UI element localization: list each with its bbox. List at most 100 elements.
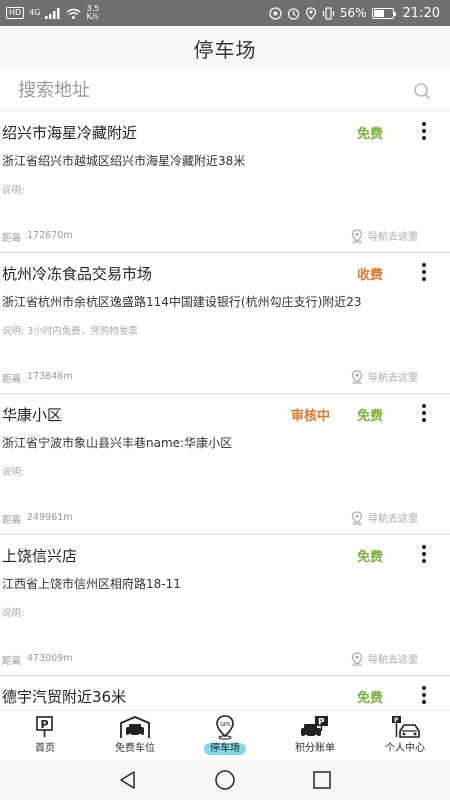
map-pin-icon <box>351 369 363 384</box>
alarm-icon <box>287 7 299 20</box>
app-screen: HD 4G 3.5 K/s 56% 21:20 停车场 搜索地址 绍兴市海星冷藏… <box>0 0 450 800</box>
hd-badge: HD <box>6 7 25 19</box>
lot-distance: 距离 473009m <box>2 653 73 667</box>
lot-name: 杭州冷冻食品交易市场 <box>2 265 153 283</box>
list-item[interactable]: 上饶信兴店 免费 江西省上饶市信州区相府路18-11 说明: 距离 473009… <box>0 535 450 676</box>
more-options-icon[interactable] <box>416 684 432 706</box>
tab-points-bill[interactable]: P 积分账单 <box>270 711 360 760</box>
lot-distance: 距离 173846m <box>2 371 73 385</box>
parking-lot-list: 绍兴市海星冷藏附近 免费 浙江省绍兴市越城区绍兴市海星冷藏附近38米 说明: 距… <box>0 112 450 710</box>
fee-badge: 收费 <box>356 268 383 283</box>
list-item[interactable]: 德宇汽贸附近36米 免费 <box>0 676 450 710</box>
recents-icon[interactable] <box>312 770 332 790</box>
status-right: 56% 21:20 <box>269 6 440 21</box>
parking-sign-icon: P <box>28 714 62 740</box>
lot-name: 华康小区 <box>2 406 63 424</box>
clock: 21:20 <box>402 5 440 21</box>
car-parking-icon: P <box>298 714 332 740</box>
page-title: 停车场 <box>193 37 257 62</box>
location-pin-icon: GPS <box>208 714 242 740</box>
distance-value: 473009m <box>27 653 73 664</box>
eye-comfort-icon <box>269 6 282 20</box>
fee-badge: 免费 <box>356 409 383 424</box>
garage-car-icon <box>118 714 152 740</box>
review-status-badge: 审核中 <box>290 409 330 424</box>
navigate-label: 导航去这里 <box>368 514 418 525</box>
signal-icon <box>45 7 60 19</box>
navigate-button[interactable]: 导航去这里 <box>351 510 418 525</box>
lot-address: 浙江省宁波市象山县兴丰巷name:华康小区 <box>2 436 233 450</box>
lot-note: 说明: <box>2 467 25 478</box>
fee-badge: 免费 <box>356 127 383 142</box>
lot-distance: 距离 172670m <box>2 230 73 244</box>
car-parking-sign-icon: P <box>388 714 422 740</box>
network-type: 4G <box>29 9 40 17</box>
fee-badge: 免费 <box>356 550 383 565</box>
search-bar <box>0 71 450 111</box>
app-header: 停车场 <box>0 26 450 70</box>
lot-address: 浙江省杭州市余杭区逸盛路114中国建设银行(杭州勾庄支行)附近23 <box>2 295 362 309</box>
tab-label: 积分账单 <box>295 743 335 754</box>
distance-value: 173846m <box>27 371 73 382</box>
speed-unit: K/s <box>86 12 99 21</box>
lot-distance: 距离 249961m <box>2 512 73 526</box>
battery-percent: 56% <box>339 6 367 20</box>
distance-label: 距离 <box>2 656 22 667</box>
map-pin-icon <box>351 651 363 666</box>
back-icon[interactable] <box>118 770 138 790</box>
status-bar: HD 4G 3.5 K/s 56% 21:20 <box>0 0 450 26</box>
more-options-icon[interactable] <box>416 120 432 142</box>
tab-profile[interactable]: P 个人中心 <box>360 711 450 760</box>
navigate-label: 导航去这里 <box>368 655 418 666</box>
lot-name: 德宇汽贸附近36米 <box>2 688 127 706</box>
tab-home[interactable]: P 首页 <box>0 711 90 760</box>
map-pin-icon <box>351 228 363 243</box>
lot-note: 说明: <box>2 608 25 619</box>
fee-badge: 免费 <box>356 691 383 706</box>
tab-parking-lot[interactable]: GPS 停车场 <box>180 711 270 760</box>
network-speed: 3.5 K/s <box>86 5 99 21</box>
signal-label: 4G <box>29 8 41 17</box>
navigate-label: 导航去这里 <box>368 232 418 243</box>
more-options-icon[interactable] <box>416 402 432 424</box>
distance-label: 距离 <box>2 233 22 244</box>
list-item[interactable]: 华康小区 审核中 免费 浙江省宁波市象山县兴丰巷name:华康小区 说明: 距离… <box>0 394 450 535</box>
navigate-button[interactable]: 导航去这里 <box>351 228 418 243</box>
wifi-icon <box>67 8 81 19</box>
list-item[interactable]: 杭州冷冻食品交易市场 收费 浙江省杭州市余杭区逸盛路114中国建设银行(杭州勾庄… <box>0 253 450 394</box>
lot-note: 说明: <box>2 185 25 196</box>
status-left: HD 4G 3.5 K/s <box>6 5 99 21</box>
lot-name: 上饶信兴店 <box>2 547 78 565</box>
battery-fill <box>373 9 384 17</box>
navigate-button[interactable]: 导航去这里 <box>351 651 418 666</box>
navigate-button[interactable]: 导航去这里 <box>351 369 418 384</box>
tab-label: 首页 <box>35 743 55 754</box>
svg-text:P: P <box>394 717 399 724</box>
more-options-icon[interactable] <box>416 261 432 283</box>
home-icon[interactable] <box>214 769 236 791</box>
bottom-tab-bar: P 首页 免费车位 GPS 停车场 P 积分账单 P 个人中心 <box>0 710 450 760</box>
battery-icon <box>371 7 396 19</box>
lot-note: 说明: 3小时内免费，凭购物发票 <box>2 326 138 337</box>
distance-value: 172670m <box>27 230 73 241</box>
tab-label: 停车场 <box>204 743 246 755</box>
navigate-label: 导航去这里 <box>368 373 418 384</box>
list-item[interactable]: 绍兴市海星冷藏附近 免费 浙江省绍兴市越城区绍兴市海星冷藏附近38米 说明: 距… <box>0 112 450 253</box>
lot-address: 浙江省绍兴市越城区绍兴市海星冷藏附近38米 <box>2 154 246 168</box>
lot-name: 绍兴市海星冷藏附近 <box>2 124 138 142</box>
search-input[interactable] <box>18 80 412 101</box>
map-pin-icon <box>351 510 363 525</box>
distance-value: 249961m <box>27 512 73 523</box>
vibrate-icon <box>322 6 334 20</box>
svg-text:P: P <box>41 718 49 731</box>
tab-free-spots[interactable]: 免费车位 <box>90 711 180 760</box>
system-nav-bar <box>0 760 450 800</box>
location-icon <box>305 6 316 20</box>
svg-text:GPS: GPS <box>220 722 230 728</box>
tab-label: 个人中心 <box>385 743 425 754</box>
distance-label: 距离 <box>2 374 22 385</box>
more-options-icon[interactable] <box>416 543 432 565</box>
search-icon[interactable] <box>412 81 432 101</box>
lot-address: 江西省上饶市信州区相府路18-11 <box>2 577 181 591</box>
tab-label: 免费车位 <box>115 743 155 754</box>
